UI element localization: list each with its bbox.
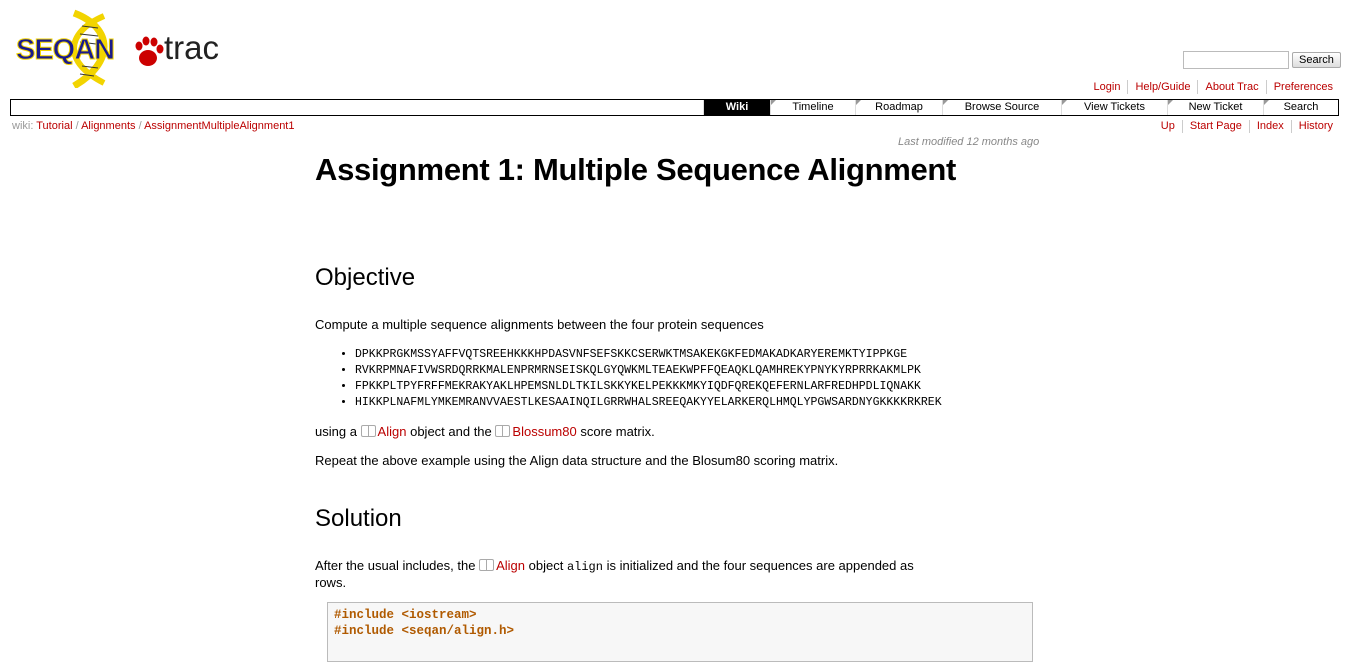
tab-search[interactable]: Search	[1263, 100, 1338, 115]
context-nav: Up Start Page Index History	[1154, 120, 1333, 133]
repeat-text: Repeat the above example using the Align…	[315, 453, 839, 468]
last-modified[interactable]: Last modified 12 months ago	[898, 136, 1039, 148]
solution-paragraph: After the usual includes, the Align obje…	[315, 558, 1025, 591]
logo-text-primary: SEQAN	[15, 34, 115, 67]
object-and-the-text: object and the	[410, 424, 492, 439]
metanav-preferences[interactable]: Preferences	[1274, 81, 1333, 93]
page-title: Assignment 1: Multiple Sequence Alignmen…	[315, 152, 957, 187]
metanav-about-trac[interactable]: About Trac	[1205, 81, 1258, 93]
trac-book-icon	[360, 425, 376, 437]
meta-nav: Login Help/Guide About Trac Preferences	[1087, 80, 1333, 94]
tab-roadmap[interactable]: Roadmap	[855, 100, 942, 115]
solution-heading: Solution	[315, 505, 402, 532]
tab-browse-source[interactable]: Browse Source	[942, 100, 1061, 115]
tab-wiki[interactable]: Wiki	[703, 100, 770, 115]
score-matrix-text: score matrix.	[580, 424, 655, 439]
code-block: #include <iostream> #include <seqan/alig…	[327, 602, 1033, 662]
search-button[interactable]: Search	[1292, 52, 1341, 68]
ctxtnav-history[interactable]: History	[1299, 120, 1333, 132]
sequence-list: DPKKPRGKMSSYAFFVQTSREEHKKKHPDASVNFSEFSKK…	[315, 347, 942, 411]
rows-text: rows.	[315, 575, 347, 590]
logo-text-secondary: trac	[164, 29, 220, 66]
objective-text: Compute a multiple sequence alignments b…	[315, 317, 764, 332]
list-item: HIKKPLNAFMLYMKEMRANVVAESTLKESAAINQILGRRW…	[355, 395, 942, 411]
metanav-login[interactable]: Login	[1094, 81, 1121, 93]
tab-view-tickets[interactable]: View Tickets	[1061, 100, 1167, 115]
trac-book-icon	[495, 425, 511, 437]
list-item: RVKRPMNAFIVWSRDQRRKMALENPRMRNSEISKQLGYQW…	[355, 363, 942, 379]
metanav-help-guide[interactable]: Help/Guide	[1135, 81, 1190, 93]
blosum-link[interactable]: Blossum80	[512, 424, 576, 439]
list-item: FPKKPLTPYFRFFMEKRAKYAKLHPEMSNLDLTKILSKKY…	[355, 379, 942, 395]
list-item: DPKKPRGKMSSYAFFVQTSREEHKKKHPDASVNFSEFSKK…	[355, 347, 942, 363]
using-a-text: using a	[315, 424, 357, 439]
breadcrumb-alignments[interactable]: Alignments	[81, 120, 135, 132]
search-input[interactable]	[1183, 51, 1289, 69]
after-usual-text: After the usual includes, the	[315, 558, 476, 573]
ctxtnav-start-page[interactable]: Start Page	[1190, 120, 1242, 132]
breadcrumb-current[interactable]: AssignmentMultipleAlignment1	[144, 120, 294, 132]
main-nav: Wiki Timeline Roadmap Browse Source View…	[10, 99, 1339, 116]
align-var: align	[566, 560, 603, 574]
objective-heading: Objective	[315, 264, 416, 291]
ctxtnav-index[interactable]: Index	[1257, 120, 1284, 132]
breadcrumb: wiki: Tutorial / Alignments / Assignment…	[12, 120, 295, 132]
object-word: object	[528, 558, 564, 573]
tab-new-ticket[interactable]: New Ticket	[1167, 100, 1263, 115]
trac-logo[interactable]: SEQAN trac	[14, 8, 226, 90]
rest-text: is initialized and the four sequences ar…	[606, 558, 914, 573]
trac-book-icon	[479, 559, 495, 571]
align-link-2[interactable]: Align	[496, 558, 525, 573]
breadcrumb-tutorial[interactable]: Tutorial	[36, 120, 72, 132]
ctxtnav-up[interactable]: Up	[1161, 120, 1175, 132]
tab-timeline[interactable]: Timeline	[770, 100, 855, 115]
align-link[interactable]: Align	[378, 424, 407, 439]
breadcrumb-prefix: wiki:	[12, 120, 34, 132]
using-paragraph: using a Align object and the Blossum80 s…	[315, 424, 655, 440]
code-line: #include <iostream>	[334, 608, 477, 622]
